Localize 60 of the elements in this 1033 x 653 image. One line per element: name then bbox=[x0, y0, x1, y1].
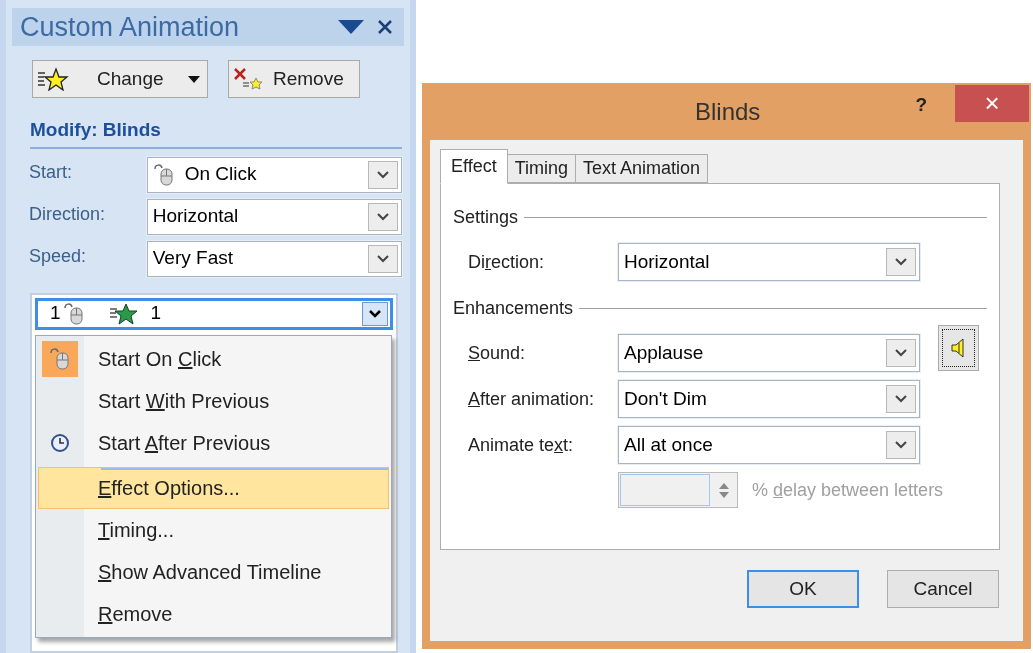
dropdown-field[interactable]: All at once bbox=[618, 426, 920, 464]
effect-name: 1 bbox=[150, 301, 163, 326]
menu-item[interactable]: Remove bbox=[38, 592, 389, 635]
dropdown-button[interactable] bbox=[362, 301, 388, 326]
dropdown-field[interactable]: Don't Dim bbox=[618, 380, 920, 418]
mouse-icon bbox=[62, 301, 85, 326]
section-heading: Modify: Blinds bbox=[30, 116, 402, 149]
dropdown-field[interactable]: Applause bbox=[618, 334, 920, 372]
remove-button[interactable]: Remove bbox=[228, 60, 360, 98]
close-icon bbox=[378, 20, 392, 34]
remove-icon bbox=[233, 67, 265, 91]
field-label: Start: bbox=[29, 160, 73, 184]
spin-label: % delay between letters bbox=[752, 478, 944, 502]
menu-item[interactable]: Timing... bbox=[38, 508, 389, 551]
dropdown-field[interactable]: On Click bbox=[146, 156, 402, 193]
dropdown-field[interactable]: Horizontal bbox=[618, 243, 920, 281]
chevron-down-icon bbox=[895, 349, 907, 357]
star-icon bbox=[108, 301, 139, 326]
field-label: Speed: bbox=[29, 244, 88, 268]
chevron-down-icon bbox=[895, 441, 907, 449]
caret-icon bbox=[188, 75, 200, 83]
field-label: Direction: bbox=[29, 202, 107, 226]
dropdown-field[interactable]: Horizontal bbox=[146, 198, 402, 235]
field-label: Animate text: bbox=[468, 433, 575, 457]
dropdown-triangle-icon bbox=[338, 20, 364, 34]
group-heading: Enhancements bbox=[453, 297, 574, 320]
spin-down-icon bbox=[719, 491, 729, 498]
pane-title: Custom Animation bbox=[20, 10, 241, 44]
spin-up-icon bbox=[719, 482, 729, 489]
star-icon bbox=[37, 67, 69, 91]
menu-item[interactable]: Effect Options... bbox=[38, 466, 389, 509]
chevron-down-icon bbox=[377, 212, 389, 221]
chevron-down-icon bbox=[895, 395, 907, 403]
chevron-down-icon bbox=[377, 254, 389, 263]
tab[interactable]: Timing bbox=[506, 154, 577, 183]
menu-item[interactable]: Start On Click bbox=[38, 337, 389, 380]
field-label: After animation: bbox=[468, 387, 596, 411]
tab[interactable]: Text Animation bbox=[575, 154, 709, 183]
mouse-icon bbox=[49, 346, 71, 371]
dialog-title: Blinds bbox=[694, 96, 762, 127]
menu-item[interactable]: Start With Previous bbox=[38, 379, 389, 422]
order-number: 1 bbox=[50, 301, 61, 326]
chevron-down-icon bbox=[895, 258, 907, 266]
close-button[interactable]: × bbox=[955, 85, 1029, 122]
chevron-down-icon bbox=[377, 170, 389, 179]
tab[interactable]: Effect bbox=[440, 149, 508, 184]
field-label: Sound: bbox=[468, 341, 527, 365]
menu-item[interactable]: Show Advanced Timeline bbox=[38, 550, 389, 593]
animation-list-item[interactable]: 1 1 bbox=[35, 297, 393, 330]
mouse-icon bbox=[152, 162, 175, 187]
ok-button[interactable]: OK bbox=[747, 570, 859, 608]
dropdown-field[interactable]: Very Fast bbox=[146, 240, 402, 277]
cancel-button[interactable]: Cancel bbox=[887, 570, 999, 608]
chevron-down-icon bbox=[369, 309, 381, 318]
help-button[interactable]: ? bbox=[915, 91, 927, 120]
group-heading: Settings bbox=[453, 206, 519, 229]
menu-item[interactable]: Start After Previous bbox=[38, 421, 389, 464]
change-button[interactable]: Change bbox=[32, 60, 208, 98]
field-label: Direction: bbox=[468, 250, 546, 274]
sound-button[interactable] bbox=[938, 325, 979, 371]
